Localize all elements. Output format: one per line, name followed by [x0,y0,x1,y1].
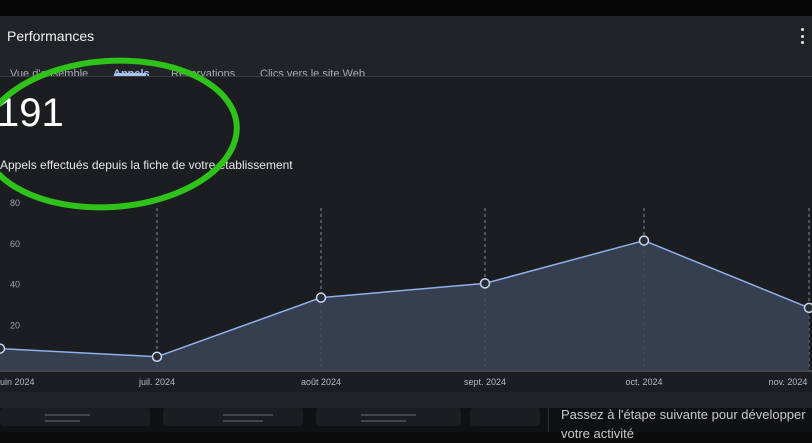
data-point[interactable] [805,303,812,312]
chart-y-ticks: 80 60 40 20 [10,198,20,330]
calls-caption: Appels effectués depuis la fiche de votr… [0,158,293,172]
next-step-text: Passez à l'étape suivante pour développe… [561,405,812,443]
top-bar [0,0,812,16]
thumbnail-card[interactable] [316,408,461,426]
series-area [0,241,809,371]
y-tick-label: 60 [10,239,20,249]
data-point[interactable] [640,236,649,245]
more-vert-icon[interactable] [798,28,806,44]
thumbnail-card[interactable] [0,408,150,426]
x-tick-label: juil. 2024 [138,377,175,387]
chart-area [0,241,809,371]
data-point[interactable] [153,352,162,361]
x-tick-label: sept. 2024 [464,377,506,387]
data-point[interactable] [481,279,490,288]
y-tick-label: 80 [10,198,20,208]
y-tick-label: 40 [10,280,20,290]
panel-title: Performances [7,28,94,44]
x-tick-label: oct. 2024 [625,377,662,387]
data-point[interactable] [0,344,5,353]
calls-chart: 80 60 40 20 uin 2024 juil. 2024 août 2024 sept… [0,196,812,392]
data-point[interactable] [317,293,326,302]
calls-count: 191 [0,93,64,133]
thumbnail-card[interactable] [470,408,540,426]
divider [548,408,549,432]
chart-x-labels: uin 2024 juil. 2024 août 2024 sept. 2024 oct… [0,377,807,387]
x-tick-label: uin 2024 [0,377,35,387]
x-tick-label: août 2024 [301,377,341,387]
y-tick-label: 20 [10,320,20,330]
x-tick-label: nov. 2024 [769,377,808,387]
thumbnail-card[interactable] [163,408,303,426]
